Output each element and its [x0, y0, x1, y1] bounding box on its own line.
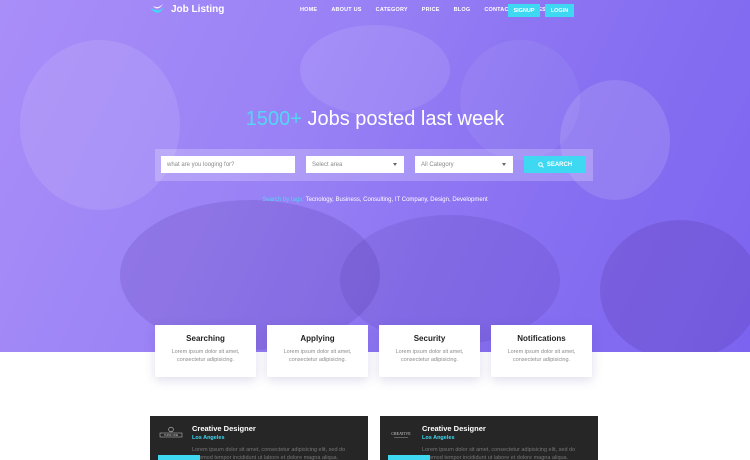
feature-title: Searching — [186, 334, 225, 343]
search-tags: Search by tags: Tecnology, Business, Con… — [0, 197, 750, 203]
apply-button[interactable] — [388, 455, 430, 460]
hero-headline: 1500+ Jobs posted last week — [0, 108, 750, 131]
hero-background-shape — [300, 25, 450, 115]
nav-link-price[interactable]: PRICE — [422, 7, 440, 13]
keyword-input[interactable]: what are you looging for? — [161, 156, 295, 173]
search-button[interactable]: SEARCH — [524, 156, 586, 173]
apply-button[interactable] — [158, 455, 200, 460]
feature-title: Applying — [300, 334, 335, 343]
wave-logo-icon — [150, 3, 165, 16]
job-description: Lorem ipsum dolor sit amet, consectetur … — [422, 447, 576, 460]
company-logo-text: CREATIVE — [391, 431, 411, 436]
job-description: Lorem ipsum dolor sit amet, consectetur … — [192, 447, 346, 460]
company-logo: THINK ONE — [158, 426, 184, 442]
tags-label: Search by tags: — [262, 197, 305, 203]
brand-name: Job Listing — [171, 4, 225, 15]
feature-card-security: Security Lorem ipsum dolor sit amet, con… — [379, 325, 480, 377]
top-navigation: Job Listing HOME ABOUT US CATEGORY PRICE… — [0, 0, 750, 22]
feature-text: Lorem ipsum dolor sit amet, consectetur … — [395, 349, 464, 363]
job-card[interactable]: CREATIVE Creative Designer Los Angeles L… — [380, 416, 598, 460]
feature-text: Lorem ipsum dolor sit amet, consectetur … — [507, 349, 576, 363]
nav-link-category[interactable]: CATEGORY — [376, 7, 408, 13]
brand-logo[interactable]: Job Listing — [150, 3, 224, 16]
hero-background-shape — [460, 40, 580, 160]
job-title[interactable]: Creative Designer — [422, 424, 486, 433]
hero-headline-text: Jobs posted last week — [307, 108, 505, 130]
jobs-count: 1500+ — [245, 108, 302, 130]
job-card[interactable]: THINK ONE Creative Designer Los Angeles … — [150, 416, 368, 460]
job-location: Los Angeles — [422, 435, 455, 441]
feature-title: Security — [413, 334, 446, 343]
area-select[interactable]: Select area — [306, 156, 404, 173]
company-logo-text: THINK ONE — [164, 433, 178, 437]
feature-card-searching: Searching Lorem ipsum dolor sit amet, co… — [155, 325, 256, 377]
job-title[interactable]: Creative Designer — [192, 424, 256, 433]
feature-card-notifications: Notifications Lorem ipsum dolor sit amet… — [491, 325, 592, 377]
nav-link-blog[interactable]: BLOG — [454, 7, 471, 13]
chevron-down-icon — [393, 163, 397, 166]
search-button-label: SEARCH — [546, 161, 573, 168]
hero-section: Job Listing HOME ABOUT US CATEGORY PRICE… — [0, 0, 750, 352]
area-select-value: Select area — [312, 161, 343, 168]
login-button[interactable]: LOGIN — [545, 4, 574, 17]
category-select-value: All Category — [421, 161, 454, 168]
nav-link-about[interactable]: ABOUT US — [331, 7, 361, 13]
signup-button[interactable]: SIGNUP — [508, 4, 540, 17]
category-select[interactable]: All Category — [415, 156, 513, 173]
company-logo: CREATIVE — [388, 426, 414, 442]
search-panel: what are you looging for? Select area Al… — [155, 149, 593, 181]
search-icon — [538, 161, 544, 168]
feature-text: Lorem ipsum dolor sit amet, consectetur … — [283, 349, 352, 363]
hero-background-shape — [600, 220, 750, 352]
feature-text: Lorem ipsum dolor sit amet, consectetur … — [171, 349, 240, 363]
chevron-down-icon — [502, 163, 506, 166]
keyword-placeholder: what are you looging for? — [167, 161, 235, 168]
job-location: Los Angeles — [192, 435, 225, 441]
nav-link-home[interactable]: HOME — [300, 7, 317, 13]
feature-title: Notifications — [517, 334, 566, 343]
feature-card-applying: Applying Lorem ipsum dolor sit amet, con… — [267, 325, 368, 377]
tags-list[interactable]: Tecnology, Business, Consulting, IT Comp… — [306, 197, 488, 203]
